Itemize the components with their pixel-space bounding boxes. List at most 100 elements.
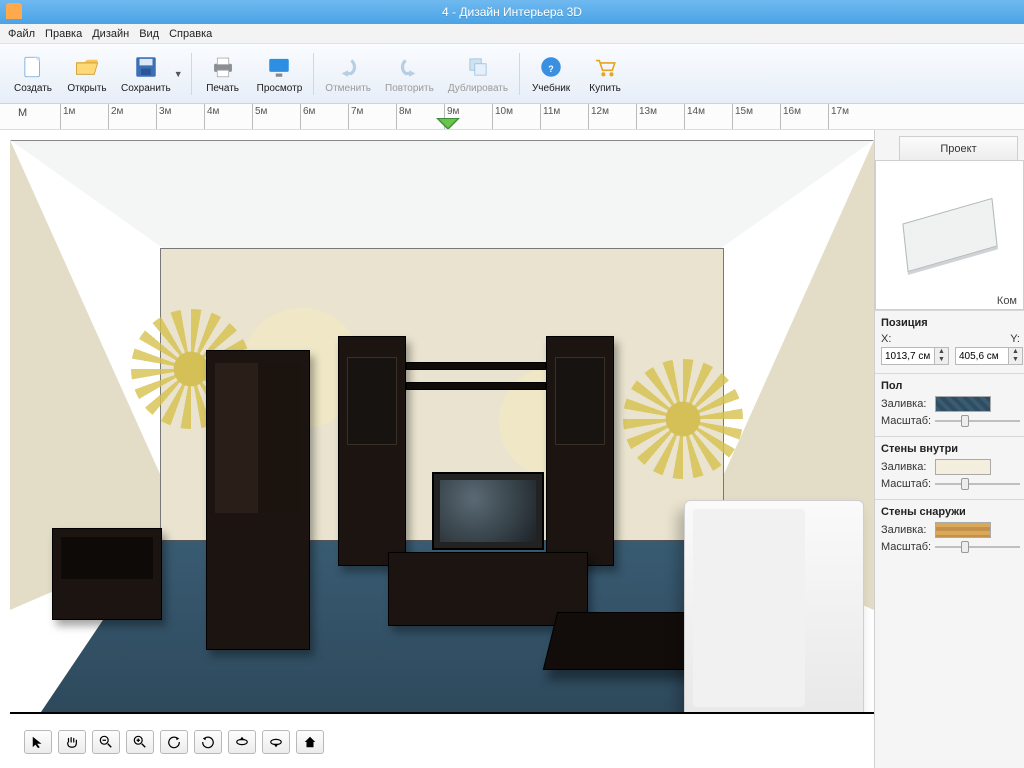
furniture-shelf[interactable] — [406, 362, 546, 370]
menu-file[interactable]: Файл — [8, 28, 35, 40]
ruler-tick: 2м — [108, 104, 123, 129]
fill-swatch[interactable] — [935, 396, 991, 412]
group-walls-outside: Стены снаружи Заливка: Масштаб: — [875, 499, 1024, 562]
scale-slider[interactable] — [935, 540, 1020, 554]
fill-swatch[interactable] — [935, 459, 991, 475]
room-scene — [10, 140, 874, 758]
ruler-tick: 7м — [348, 104, 363, 129]
menu-view[interactable]: Вид — [139, 28, 159, 40]
rotate-right-tool[interactable] — [194, 730, 222, 754]
input-y-field[interactable] — [956, 351, 1008, 362]
create-button[interactable]: Создать — [6, 47, 60, 101]
group-walls-inside: Стены внутри Заливка: Масштаб: — [875, 436, 1024, 499]
tutorial-button[interactable]: ? Учебник — [524, 47, 578, 101]
print-button[interactable]: Печать — [196, 47, 250, 101]
ruler-tick: 4м — [204, 104, 219, 129]
furniture-wallunit-left[interactable] — [338, 336, 406, 566]
viewport-3d[interactable] — [0, 130, 874, 768]
scale-slider[interactable] — [935, 477, 1020, 491]
ruler-unit: М — [18, 107, 27, 119]
new-file-icon — [19, 53, 47, 81]
cart-icon — [591, 53, 619, 81]
input-y[interactable]: ▲▼ — [955, 347, 1023, 365]
ceiling — [10, 140, 874, 250]
furniture-sofa[interactable] — [684, 500, 864, 720]
help-icon: ? — [537, 53, 565, 81]
home-view-tool[interactable] — [296, 730, 324, 754]
ruler-tick: 6м — [300, 104, 315, 129]
pan-tool[interactable] — [58, 730, 86, 754]
ruler[interactable]: М 1м 2м 3м 4м 5м 6м 7м 8м 9м 10м 11м 12м… — [0, 104, 1024, 130]
fill-swatch[interactable] — [935, 522, 991, 538]
ruler-tick: 16м — [780, 104, 801, 129]
furniture-wallunit-right[interactable] — [546, 336, 614, 566]
buy-button[interactable]: Купить — [578, 47, 632, 101]
titlebar: 4 - Дизайн Интерьера 3D — [0, 0, 1024, 24]
group-position: Позиция X: Y: ▲▼ ▲▼ — [875, 310, 1024, 373]
spinner-icon[interactable]: ▲▼ — [1008, 348, 1022, 364]
menu-edit[interactable]: Правка — [45, 28, 82, 40]
ruler-tick: 15м — [732, 104, 753, 129]
selection-preview: Ком — [875, 160, 1024, 310]
side-panel: Проект Ком Позиция X: Y: ▲▼ ▲▼ Пол Залив… — [874, 130, 1024, 768]
label-scale: Масштаб: — [881, 415, 933, 427]
group-title: Пол — [881, 380, 1020, 392]
ruler-tick: 14м — [684, 104, 705, 129]
preview-button[interactable]: Просмотр — [250, 47, 310, 101]
group-title: Позиция — [881, 317, 1020, 329]
menu-help[interactable]: Справка — [169, 28, 212, 40]
select-tool[interactable] — [24, 730, 52, 754]
zoom-out-tool[interactable] — [92, 730, 120, 754]
label-x: X: — [881, 333, 933, 345]
zoom-in-tool[interactable] — [126, 730, 154, 754]
orbit-down-tool[interactable] — [262, 730, 290, 754]
separator — [519, 53, 520, 95]
ruler-tick: 3м — [156, 104, 171, 129]
label-fill: Заливка: — [881, 398, 933, 410]
folder-open-icon — [73, 53, 101, 81]
separator — [313, 53, 314, 95]
monitor-icon — [265, 53, 293, 81]
menubar: Файл Правка Дизайн Вид Справка — [0, 24, 1024, 44]
separator — [191, 53, 192, 95]
rotate-left-tool[interactable] — [160, 730, 188, 754]
group-title: Стены внутри — [881, 443, 1020, 455]
label-y: Y: — [1010, 333, 1020, 345]
furniture-shelf[interactable] — [406, 382, 546, 390]
ruler-tick: 11м — [540, 104, 560, 129]
undo-button[interactable]: Отменить — [318, 47, 378, 101]
tab-project[interactable]: Проект — [899, 136, 1018, 160]
furniture-wardrobe[interactable] — [206, 350, 310, 650]
ruler-marker-icon[interactable] — [436, 118, 460, 130]
ruler-tick: 5м — [252, 104, 267, 129]
ruler-tick: 8м — [396, 104, 411, 129]
input-x-field[interactable] — [882, 351, 934, 362]
ruler-tick: 12м — [588, 104, 609, 129]
duplicate-button[interactable]: Дублировать — [441, 47, 515, 101]
spinner-icon[interactable]: ▲▼ — [934, 348, 948, 364]
ruler-tick: 17м — [828, 104, 849, 129]
window-title: 4 - Дизайн Интерьера 3D — [442, 5, 582, 19]
wallpaper-flower-icon — [623, 359, 743, 479]
label-fill: Заливка: — [881, 461, 933, 473]
ruler-tick: 1м — [60, 104, 75, 129]
scale-slider[interactable] — [935, 414, 1020, 428]
orbit-up-tool[interactable] — [228, 730, 256, 754]
save-dropdown-icon[interactable]: ▼ — [174, 69, 183, 79]
furniture-cabinet-left[interactable] — [52, 528, 162, 620]
printer-icon — [209, 53, 237, 81]
redo-button[interactable]: Повторить — [378, 47, 441, 101]
ruler-tick: 13м — [636, 104, 657, 129]
redo-icon — [395, 53, 423, 81]
menu-design[interactable]: Дизайн — [92, 28, 129, 40]
label-scale: Масштаб: — [881, 478, 933, 490]
app-icon — [6, 3, 22, 19]
open-button[interactable]: Открыть — [60, 47, 114, 101]
label-fill: Заливка: — [881, 524, 933, 536]
save-button[interactable]: Сохранить — [114, 47, 178, 101]
furniture-tv[interactable] — [432, 472, 544, 550]
preview-label: Ком — [997, 295, 1017, 307]
input-x[interactable]: ▲▼ — [881, 347, 949, 365]
preview-shape — [902, 198, 997, 272]
undo-icon — [334, 53, 362, 81]
